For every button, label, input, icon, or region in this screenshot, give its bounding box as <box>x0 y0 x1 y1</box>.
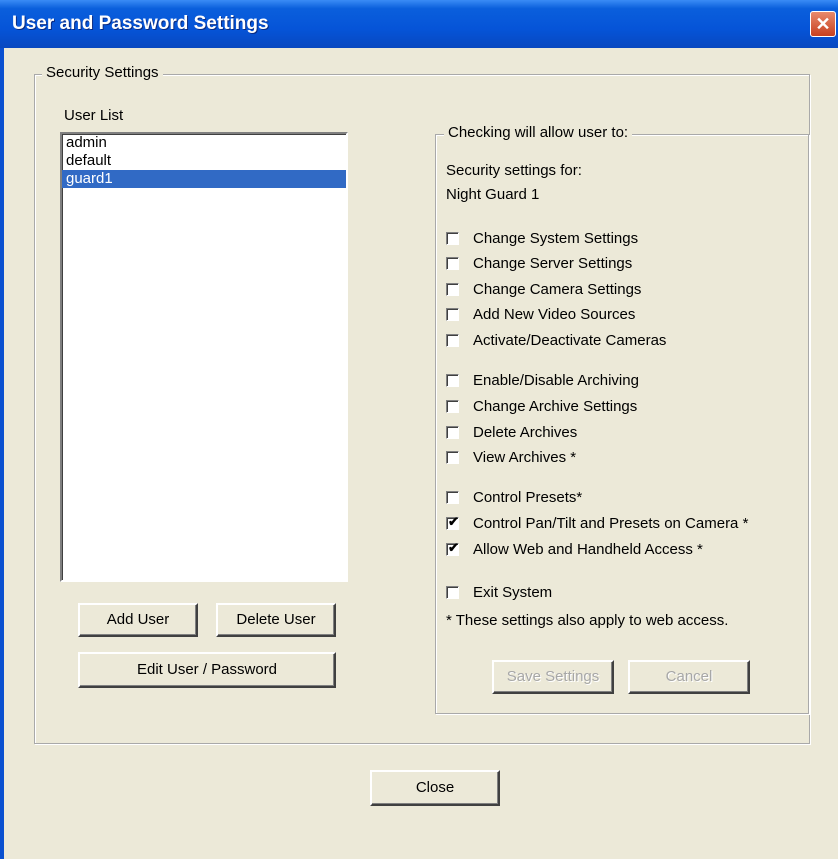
permission-checkbox[interactable] <box>446 426 459 439</box>
user-listbox[interactable]: admin default guard1 <box>60 132 348 582</box>
web-access-note: * These settings also apply to web acces… <box>446 612 729 629</box>
permission-label: Change Server Settings <box>473 255 633 272</box>
permission-checkbox[interactable]: ✔ <box>446 540 459 556</box>
edit-user-password-button[interactable]: Edit User / Password <box>78 652 336 688</box>
permission-label: Change System Settings <box>473 230 639 247</box>
user-password-settings-dialog: User and Password Settings ✕ Security Se… <box>0 0 838 859</box>
title-bar[interactable]: User and Password Settings ✕ <box>0 0 838 48</box>
permission-checkbox[interactable] <box>446 334 459 347</box>
permission-label: Delete Archives <box>473 424 578 441</box>
add-user-button[interactable]: Add User <box>78 603 198 637</box>
permission-label: View Archives * <box>473 449 577 466</box>
permission-label: Enable/Disable Archiving <box>473 372 639 389</box>
close-button[interactable]: Close <box>370 770 500 806</box>
checkmark-icon: ✔ <box>448 514 459 529</box>
permission-label: Add New Video Sources <box>473 306 636 323</box>
permission-checkbox[interactable] <box>446 491 459 504</box>
permission-label: Exit System <box>473 584 553 601</box>
permission-checkbox[interactable]: ✔ <box>446 514 459 530</box>
permission-label: Activate/Deactivate Cameras <box>473 332 667 349</box>
window-border <box>0 48 4 859</box>
permission-checkbox[interactable] <box>446 451 459 464</box>
user-list-label: User List <box>64 107 124 124</box>
window-title: User and Password Settings <box>12 13 269 34</box>
checkmark-icon: ✔ <box>448 540 459 555</box>
permission-checkbox[interactable] <box>446 257 459 270</box>
permission-checkbox[interactable] <box>446 283 459 296</box>
close-icon[interactable]: ✕ <box>810 11 836 37</box>
delete-user-button[interactable]: Delete User <box>216 603 336 637</box>
permission-label: Change Camera Settings <box>473 281 642 298</box>
permissions-legend: Checking will allow user to: <box>444 124 633 141</box>
list-item[interactable]: default <box>62 152 346 170</box>
save-settings-button[interactable]: Save Settings <box>492 660 614 694</box>
permission-checkbox[interactable] <box>446 374 459 387</box>
permission-checkbox[interactable] <box>446 308 459 321</box>
permission-label: Change Archive Settings <box>473 398 638 415</box>
permission-label: Control Presets* <box>473 489 583 506</box>
cancel-button[interactable]: Cancel <box>628 660 750 694</box>
permission-checkbox[interactable] <box>446 586 459 599</box>
list-item[interactable]: admin <box>62 134 346 152</box>
security-settings-for-label: Security settings for: <box>446 162 582 179</box>
permission-checkbox[interactable] <box>446 400 459 413</box>
permission-label: Allow Web and Handheld Access * <box>473 541 703 558</box>
permission-label: Control Pan/Tilt and Presets on Camera * <box>473 515 749 532</box>
permission-checkbox[interactable] <box>446 232 459 245</box>
selected-user-display-name: Night Guard 1 <box>446 186 540 203</box>
security-settings-legend: Security Settings <box>42 64 163 81</box>
list-item[interactable]: guard1 <box>62 170 346 188</box>
